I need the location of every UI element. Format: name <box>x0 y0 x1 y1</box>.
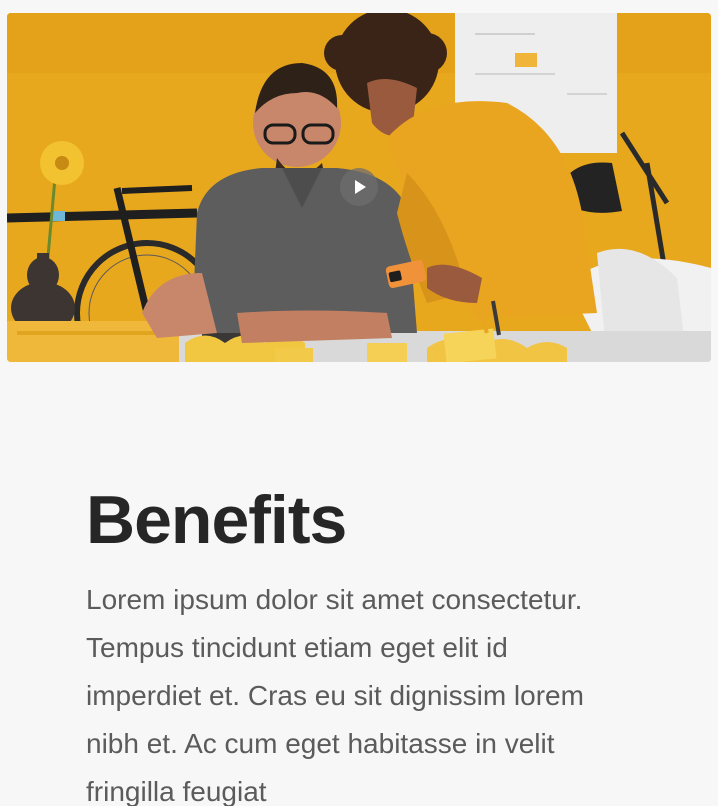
benefits-body: Lorem ipsum dolor sit amet consectetur. … <box>86 584 584 806</box>
benefits-section: Benefits Lorem ipsum dolor sit amet cons… <box>86 478 646 806</box>
benefits-title: Benefits <box>86 482 347 558</box>
video-thumbnail[interactable] <box>7 13 711 362</box>
play-icon <box>355 180 366 194</box>
play-button[interactable] <box>340 168 378 206</box>
page: Benefits Lorem ipsum dolor sit amet cons… <box>0 0 718 806</box>
